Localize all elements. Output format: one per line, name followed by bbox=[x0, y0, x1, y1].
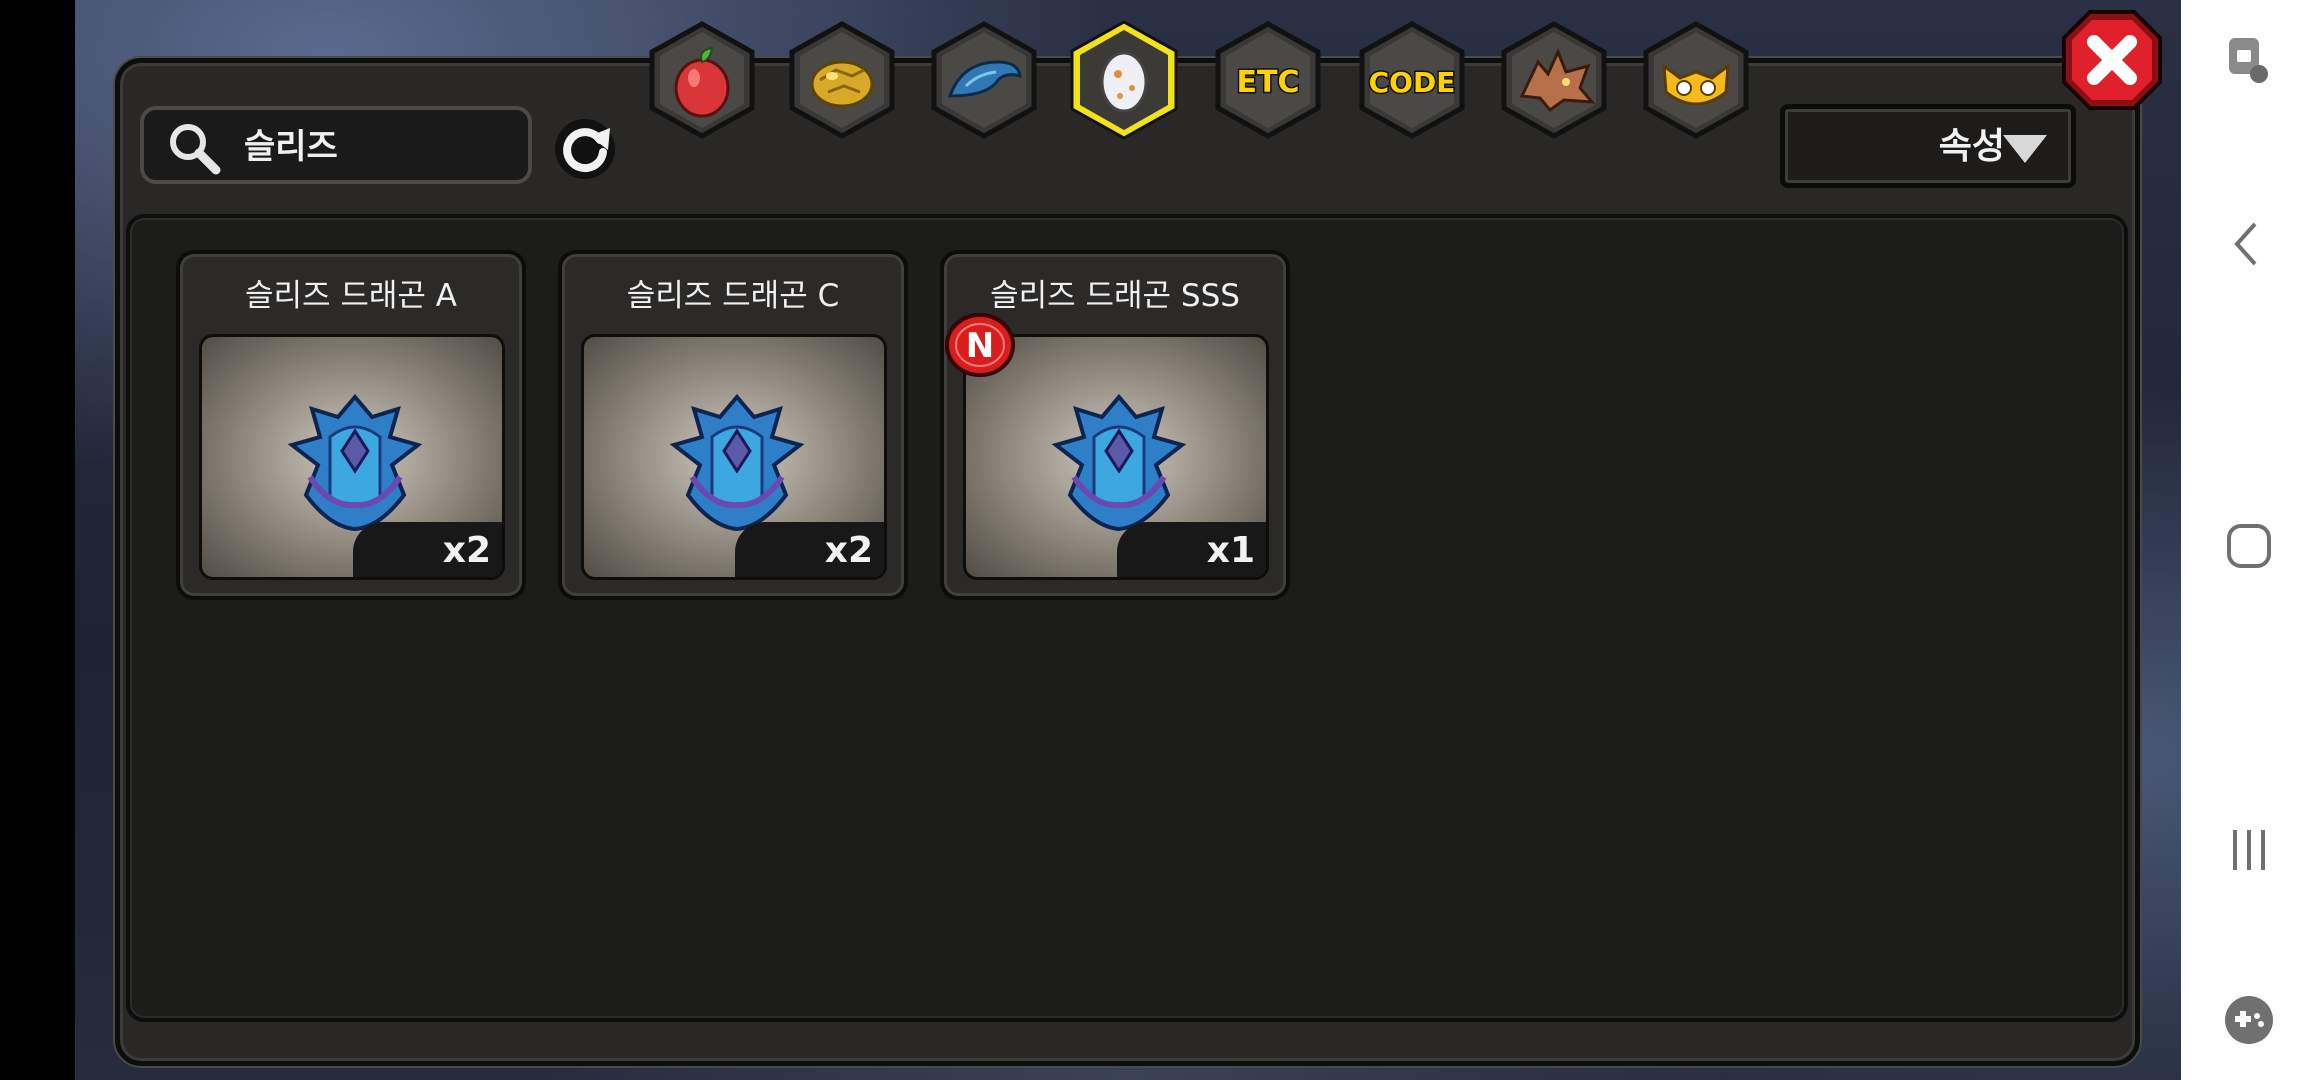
tab-code-label: CODE bbox=[1369, 66, 1456, 99]
refresh-button[interactable] bbox=[550, 114, 620, 184]
screen-lock-touch-icon[interactable] bbox=[2223, 34, 2275, 86]
item-name: 슬리즈 드래곤 C bbox=[626, 278, 840, 314]
tab-etc-label: ETC bbox=[1237, 65, 1300, 100]
tab-gold[interactable] bbox=[780, 18, 904, 142]
item-image: x2 bbox=[581, 334, 887, 580]
tab-etc[interactable]: ETC bbox=[1206, 18, 1330, 142]
left-black-bar bbox=[0, 0, 75, 1080]
triangle-down-icon bbox=[2003, 135, 2047, 163]
new-badge: N bbox=[945, 313, 1015, 377]
search-query-text: 슬리즈 bbox=[244, 127, 338, 167]
item-card[interactable]: 슬리즈 드래곤 C x2 bbox=[558, 250, 908, 600]
item-card[interactable]: 슬리즈 드래곤 SSS x1 bbox=[940, 250, 1290, 600]
game-tools-icon[interactable] bbox=[2223, 994, 2275, 1046]
tab-fruit[interactable] bbox=[640, 18, 764, 142]
dragon-egg-icon bbox=[1051, 393, 1187, 532]
dropdown-label: 속성 bbox=[1938, 126, 2005, 167]
search-icon bbox=[170, 124, 221, 175]
tab-material[interactable] bbox=[922, 18, 1046, 142]
attribute-filter-dropdown[interactable]: 속성 bbox=[1780, 104, 2076, 188]
back-icon[interactable] bbox=[2223, 218, 2275, 270]
recent-apps-icon[interactable] bbox=[2223, 824, 2275, 876]
tab-egg[interactable] bbox=[1062, 18, 1186, 142]
item-count-badge: x2 bbox=[353, 522, 502, 577]
item-name: 슬리즈 드래곤 SSS bbox=[990, 278, 1240, 314]
tab-mask[interactable] bbox=[1634, 18, 1758, 142]
item-count: x2 bbox=[824, 530, 873, 571]
close-button[interactable] bbox=[2060, 8, 2164, 112]
item-count-badge: x1 bbox=[1117, 522, 1266, 577]
yellow-mask-icon bbox=[1662, 62, 1730, 106]
item-count: x2 bbox=[442, 530, 491, 571]
gold-nugget-icon bbox=[810, 60, 874, 108]
item-card[interactable]: 슬리즈 드래곤 A x2 bbox=[176, 250, 526, 600]
dragon-egg-icon bbox=[287, 393, 423, 532]
egg-icon bbox=[1100, 51, 1148, 113]
tab-dragon[interactable] bbox=[1492, 18, 1616, 142]
home-icon[interactable] bbox=[2223, 520, 2275, 572]
tab-code[interactable]: CODE bbox=[1350, 18, 1474, 142]
new-badge-label: N bbox=[966, 326, 994, 366]
item-image: x2 bbox=[199, 334, 505, 580]
android-nav-bar bbox=[2181, 0, 2316, 1080]
item-count-badge: x2 bbox=[735, 522, 884, 577]
item-count: x1 bbox=[1206, 530, 1255, 571]
dragon-egg-icon bbox=[669, 393, 805, 532]
item-name: 슬리즈 드래곤 A bbox=[244, 278, 458, 314]
search-input[interactable]: 슬리즈 bbox=[140, 106, 532, 184]
